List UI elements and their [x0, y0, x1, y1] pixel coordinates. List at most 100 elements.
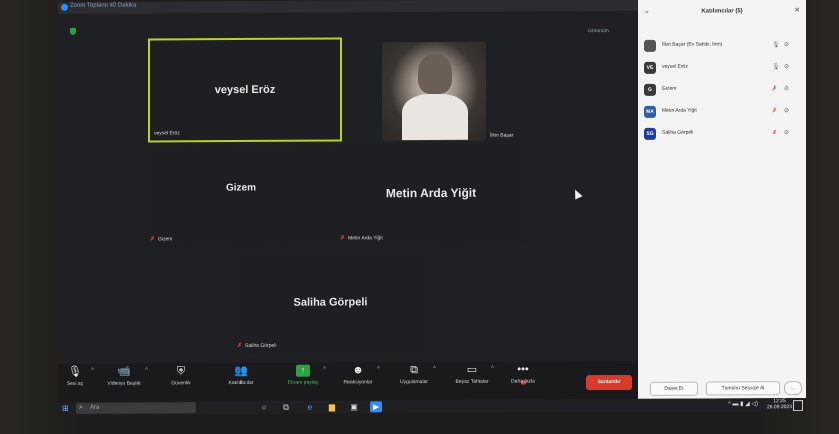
video-button[interactable]: 📹 ^ Videoyu Başlat — [94, 365, 154, 387]
edge-icon[interactable]: e — [304, 402, 316, 413]
video-tile-ilkin[interactable]: İlkin Başar — [380, 41, 513, 142]
muted-mic-icon: ✗ — [237, 342, 243, 350]
search-icon: ⌕ — [79, 403, 83, 411]
tile-name: Metin Arda Yiğit — [385, 185, 477, 201]
meeting-toolbar: 🎙 ^ Sesi aç 📹 ^ Videoyu Başlat ⛨ Güvenli… — [58, 360, 638, 402]
clock[interactable]: 12:25 26.09.2023 — [767, 398, 792, 410]
chevron-up-icon[interactable]: ^ — [323, 367, 326, 373]
muted-mic-icon: ✗ — [340, 235, 346, 242]
whiteboard-button[interactable]: ▭ ^ Beyaz Tahtalar — [444, 364, 500, 385]
avatar — [644, 39, 656, 52]
panel-more-button[interactable]: ... — [784, 381, 802, 396]
muted-mic-icon: ✗ — [150, 236, 156, 243]
person-head — [418, 53, 452, 95]
tile-label-text: Gizem — [158, 235, 173, 242]
apps-icon: ⧉ — [410, 364, 418, 377]
close-icon[interactable]: ✕ — [794, 6, 800, 14]
camera-off-icon[interactable]: ⊘ — [784, 107, 789, 114]
microphone-icon[interactable]: 🎙 — [772, 41, 780, 48]
more-label: Daha fazla — [511, 378, 535, 385]
muted-mic-icon[interactable]: ✗ — [772, 129, 777, 136]
avatar: SG — [644, 127, 656, 140]
camera-off-icon[interactable]: ⊘ — [784, 85, 789, 92]
video-tile-saliha[interactable]: Saliha Görpeli ✗ Saliha Görpeli — [233, 252, 428, 354]
camera-off-icon: 📹 — [117, 365, 131, 378]
clock-date: 26.09.2023 — [766, 404, 792, 411]
participant-name: veysel Eröz — [662, 63, 688, 70]
tile-label-text: Saliha Görpeli — [245, 342, 277, 349]
view-button[interactable]: Görünüm — [588, 28, 609, 34]
participant-name: Gizem — [662, 85, 677, 92]
whiteboard-icon: ▭ — [466, 363, 478, 376]
window-title: Zoom Toplantı 40 Dakika — [70, 2, 137, 9]
zoom-icon — [61, 3, 68, 11]
more-button[interactable]: ••• Daha fazla — [498, 363, 548, 384]
camera-feed — [382, 41, 486, 142]
share-screen-button[interactable]: ↑ ^ Ekranı paylaş — [274, 364, 332, 386]
reactions-button[interactable]: ☻ ^ Reaksiyonlar — [330, 364, 386, 385]
microphone-icon: 🎙 — [68, 365, 82, 378]
meeting-area: Görünüm veysel Eröz veysel Eröz İlkin Ba… — [58, 10, 638, 364]
avatar: MA — [644, 105, 656, 118]
camera-off-icon[interactable]: ⊘ — [784, 41, 789, 48]
tile-label: İlkin Başar — [490, 132, 514, 139]
mouse-cursor-icon — [571, 187, 583, 200]
participant-row[interactable]: G Gizem ✗ ⊘ — [638, 80, 806, 99]
participant-name: Saliha Görpeli — [662, 129, 694, 136]
invite-button[interactable]: Davet Et — [650, 381, 698, 396]
chevron-up-icon[interactable]: ^ — [145, 367, 148, 373]
participant-name: İlkin Başar (Ev Sahibi, ben) — [662, 41, 723, 48]
search-placeholder: Ara — [90, 404, 100, 411]
muted-mic-icon[interactable]: ✗ — [772, 85, 777, 92]
share-label: Ekranı paylaş — [287, 379, 319, 386]
screen: Zoom Toplantı 40 Dakika Görünüm veysel E… — [58, 0, 806, 415]
video-tile-metin[interactable]: Metin Arda Yiğit ✗ Metin Arda Yiğit — [336, 144, 526, 246]
video-tile-gizem[interactable]: Gizem ✗ Gizem — [146, 145, 336, 247]
chevron-up-icon[interactable]: ^ — [491, 366, 494, 372]
zoom-taskbar-icon[interactable]: ▶ — [370, 401, 382, 413]
apps-button[interactable]: ⧉ ^ Uygulamalar — [386, 364, 442, 385]
video-tile-veysel[interactable]: veysel Eröz veysel Eröz — [148, 37, 342, 143]
video-label: Videoyu Başlat — [107, 380, 141, 387]
muted-mic-icon[interactable]: ✗ — [772, 107, 777, 114]
participant-row[interactable]: VE veysel Eröz 🎙 ⊘ — [638, 58, 806, 77]
task-view-icon[interactable]: ⧉ — [280, 402, 292, 413]
avatar: G — [644, 83, 656, 96]
windows-start-icon[interactable]: ⊞ — [62, 404, 71, 413]
notification-icon[interactable] — [793, 400, 803, 412]
store-icon[interactable]: ▣ — [348, 401, 360, 412]
chevron-up-icon[interactable]: ^ — [377, 366, 380, 372]
tile-name: veysel Eröz — [214, 83, 276, 97]
mute-all-button[interactable]: Tümünü Sessize Al — [706, 381, 780, 396]
shield-icon: ⛨ — [176, 365, 186, 378]
tile-label: veysel Eröz — [154, 130, 180, 136]
tile-label: ✗ Metin Arda Yiğit — [340, 234, 383, 242]
file-explorer-icon[interactable]: ▆ — [326, 401, 338, 412]
avatar: VE — [644, 61, 656, 74]
tile-label: ✗ Gizem — [150, 235, 173, 243]
tile-label-text: veysel Eröz — [154, 130, 180, 137]
smiley-icon: ☻ — [352, 364, 364, 377]
participant-row[interactable]: MA Metin Arda Yiğit ✗ ⊘ — [638, 102, 806, 121]
microphone-icon[interactable]: 🎙 — [772, 63, 780, 70]
security-label: Güvenlik — [171, 380, 191, 387]
tile-name: Saliha Görpeli — [293, 296, 368, 309]
share-screen-icon: ↑ — [296, 364, 310, 377]
camera-off-icon[interactable]: ⊘ — [784, 63, 789, 70]
participant-row[interactable]: İlkin Başar (Ev Sahibi, ben) 🎙 ⊘ — [638, 36, 806, 55]
system-tray-icons[interactable]: ^ ▬ ▮ ◢ ◁) — [728, 400, 758, 407]
participants-icon: 👥5 — [234, 364, 248, 387]
security-shield-icon — [70, 27, 76, 35]
panel-title: Katılımcılar (5) — [701, 8, 743, 15]
taskbar-search[interactable]: ⌕ Ara — [76, 402, 196, 414]
reactions-label: Reaksiyonlar — [343, 379, 373, 386]
camera-off-icon[interactable]: ⊘ — [784, 129, 789, 136]
tile-name: Gizem — [225, 182, 256, 194]
participant-row[interactable]: SG Saliha Görpeli ✗ ⊘ — [638, 124, 806, 143]
cortana-icon[interactable]: ○ — [258, 402, 270, 413]
participants-button[interactable]: 👥5 Katılımcılar — [216, 365, 266, 386]
participants-panel: ⌄ Katılımcılar (5) ✕ İlkin Başar (Ev Sah… — [638, 0, 806, 399]
security-button[interactable]: ⛨ Güvenlik — [156, 365, 206, 386]
end-meeting-button[interactable]: Sonlandır — [586, 374, 632, 391]
chevron-up-icon[interactable]: ^ — [433, 366, 436, 372]
